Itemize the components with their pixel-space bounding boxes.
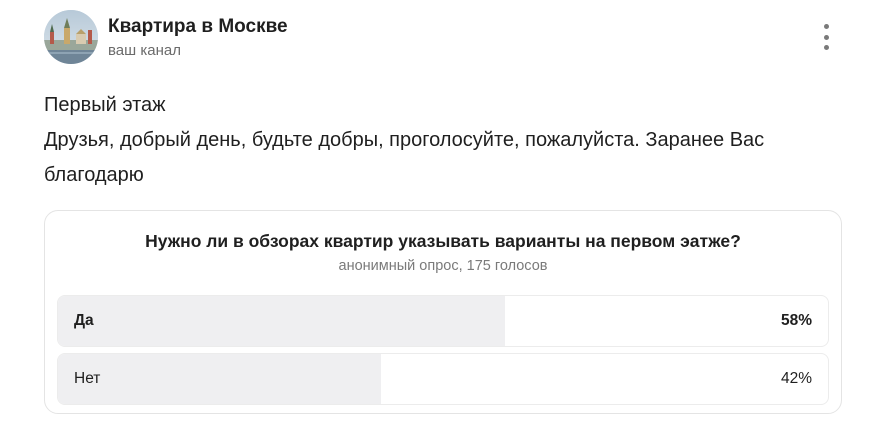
poll-card: Нужно ли в обзорах квартир указывать вар…	[44, 210, 842, 414]
poll-meta: анонимный опрос, 175 голосов	[338, 258, 548, 274]
poll-option-percent: 58%	[780, 312, 812, 329]
more-options-icon[interactable]	[818, 24, 834, 50]
poll-option-label: Нет	[74, 370, 101, 387]
channel-name[interactable]: Квартира в Москве	[108, 16, 288, 38]
poll-question: Нужно ли в обзорах квартир указывать вар…	[145, 231, 741, 251]
post-text-line: Друзья, добрый день, будьте добры, прого…	[44, 129, 765, 151]
poll-option-bar	[58, 296, 505, 346]
channel-subtitle: ваш канал	[108, 42, 181, 59]
kremlin-photo-icon	[44, 10, 98, 64]
post-header: Квартира в Москве ваш канал	[44, 10, 844, 66]
poll-option-percent: 42%	[780, 370, 812, 387]
poll-option-label: Да	[74, 312, 94, 329]
poll-option-no[interactable]: Нет 42%	[57, 353, 829, 405]
post-text-line: благодарю	[44, 164, 144, 186]
poll-option-yes[interactable]: Да 58%	[57, 295, 829, 347]
channel-avatar[interactable]	[44, 10, 98, 64]
post-body: Первый этаж Друзья, добрый день, будьте …	[44, 88, 834, 193]
poll-option-bar	[58, 354, 382, 404]
post-title: Первый этаж	[44, 94, 166, 116]
